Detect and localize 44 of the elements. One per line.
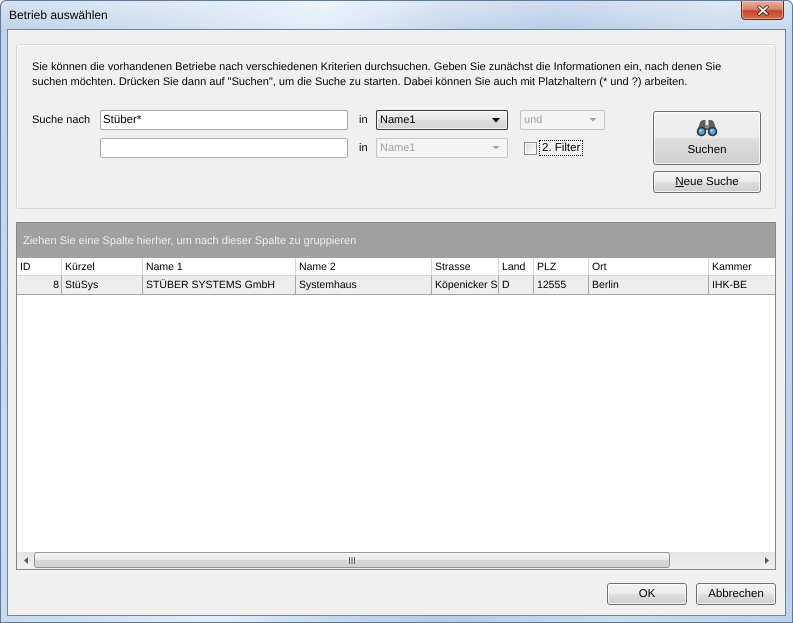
- column-header[interactable]: Strasse: [432, 258, 499, 275]
- field-dropdown[interactable]: Name1: [376, 110, 508, 130]
- table-cell: 8: [17, 276, 62, 294]
- search-label: Suche nach: [32, 114, 90, 126]
- window-title: Betrieb auswählen: [8, 7, 109, 22]
- checkbox-label[interactable]: 2. Filter: [539, 140, 584, 156]
- right-arrow-icon: [764, 557, 768, 564]
- table-cell: Systemhaus: [296, 276, 432, 294]
- table-cell-text: IHK-BE: [711, 278, 748, 293]
- column-header[interactable]: Name 1: [143, 258, 296, 275]
- caret-icon: [589, 118, 597, 122]
- search-button[interactable]: Suchen: [653, 111, 761, 165]
- table-cell: Köpenicker S: [432, 276, 499, 294]
- column-header[interactable]: ID: [17, 258, 62, 275]
- in-label: in: [358, 114, 368, 126]
- checkbox[interactable]: [524, 142, 537, 154]
- table-cell: STÜBER SYSTEMS GmbH: [143, 276, 296, 294]
- left-arrow-icon: [24, 557, 28, 564]
- search-input[interactable]: Stüber*: [100, 110, 348, 130]
- column-header[interactable]: Kammer: [709, 258, 775, 275]
- column-header[interactable]: PLZ: [534, 258, 589, 275]
- instructions-text: Sie können die vorhandenen Betriebe nach verschiedenen Kriterien durchsuchen. Geben Sie zunächst die Informationen ein, nach denen Sie suchen möchten. Drücken Sie dann auf "Suchen", um die Suche zu starten. Dabei können Sie auch mit Platzhaltern (* und ?) arbeiten.: [32, 60, 722, 90]
- column-header[interactable]: Name 2: [296, 258, 432, 275]
- search-input[interactable]: [100, 138, 348, 158]
- scrollbar-thumb[interactable]: [34, 552, 670, 568]
- table-cell: Berlin: [589, 276, 709, 294]
- grip-icon: [349, 556, 355, 564]
- group-by-hint: Ziehen Sie eine Spalte hierher, um nach dieser Spalte zu gruppieren: [23, 234, 356, 246]
- column-header[interactable]: Ort: [589, 258, 709, 275]
- ok-button[interactable]: OK: [607, 583, 687, 605]
- cancel-button[interactable]: Abbrechen: [696, 583, 776, 605]
- binoculars-icon: [696, 119, 718, 137]
- table-row[interactable]: 8 StüSys STÜBER SYSTEMS GmbH Systemhaus Köpenicker S D 12555 Berlin IHK-BE: [17, 276, 775, 295]
- caret-icon: [492, 118, 500, 122]
- close-button[interactable]: [741, 1, 784, 20]
- table-cell: StüSys: [62, 276, 143, 294]
- column-header[interactable]: Land: [499, 258, 534, 275]
- new-search-button[interactable]: Neue Suche: [653, 171, 761, 193]
- in-label: in: [358, 142, 368, 154]
- table-cell: D: [499, 276, 534, 294]
- table-cell: 12555: [534, 276, 589, 294]
- close-icon: [756, 4, 768, 16]
- column-header[interactable]: Kürzel: [62, 258, 143, 275]
- caret-icon: [492, 146, 500, 150]
